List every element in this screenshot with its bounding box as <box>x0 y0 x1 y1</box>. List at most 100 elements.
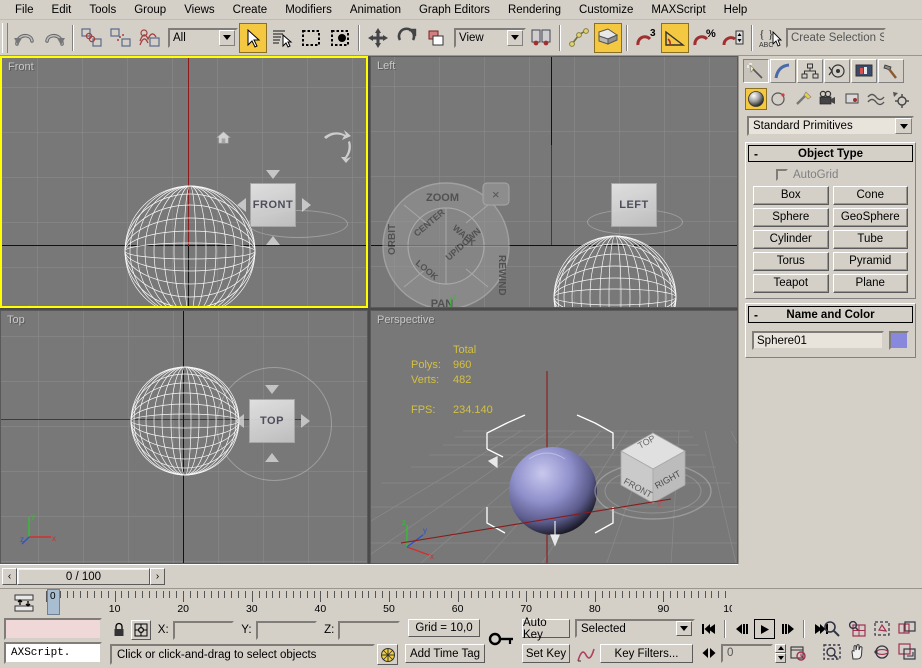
angle-snap-toggle-button[interactable] <box>661 22 689 53</box>
maximize-viewport-button[interactable] <box>895 641 919 663</box>
select-object-button[interactable] <box>239 22 267 53</box>
command-tab-utilities[interactable] <box>878 59 904 83</box>
viewport-left[interactable]: LEFT × ZOOM PAN ORBIT REWIND CENTER WALK… <box>370 56 738 308</box>
name-and-color-header[interactable]: - Name and Color <box>748 306 913 323</box>
time-configuration-button[interactable] <box>788 643 809 663</box>
zoom-extents-all-button[interactable] <box>895 618 919 640</box>
name-color-collapse[interactable]: - <box>754 309 758 321</box>
reference-coordinate-system-dropdown[interactable]: View <box>454 27 526 48</box>
object-button-pyramid[interactable]: Pyramid <box>832 252 908 271</box>
orbit-button[interactable] <box>870 641 894 663</box>
track-bar[interactable]: 10 20 30 40 50 60 70 80 90 100 0 <box>0 588 922 616</box>
object-button-teapot[interactable]: Teapot <box>753 274 829 293</box>
menu-maxscript[interactable]: MAXScript <box>642 2 714 18</box>
z-coord-field[interactable] <box>338 620 400 640</box>
timeline-ruler[interactable]: 10 20 30 40 50 60 70 80 90 100 <box>46 589 732 617</box>
menu-views[interactable]: Views <box>175 2 223 18</box>
viewcube-arrow-down-top[interactable] <box>265 453 279 462</box>
viewcube-face[interactable]: FRONT <box>250 183 296 227</box>
viewcube-arrow-up[interactable] <box>266 170 280 179</box>
viewcube-rotate-arrows-icon[interactable] <box>320 127 354 163</box>
viewport-top[interactable]: TOP y x z Top <box>0 310 368 564</box>
menu-edit[interactable]: Edit <box>43 2 81 18</box>
menu-file[interactable]: File <box>6 2 43 18</box>
create-selection-set-field[interactable]: Create Selection S <box>786 27 886 48</box>
viewcube-arrow-right[interactable] <box>302 198 311 212</box>
menu-animation[interactable]: Animation <box>341 2 410 18</box>
chevron-down-icon-keymode[interactable] <box>676 621 692 636</box>
menu-customize[interactable]: Customize <box>570 2 642 18</box>
object-name-input[interactable]: Sphere01 <box>752 331 884 350</box>
viewcube-arrow-up-top[interactable] <box>265 385 279 394</box>
maxscript-mini-listener-output[interactable] <box>4 618 102 640</box>
menu-graph-editors[interactable]: Graph Editors <box>410 2 499 18</box>
selection-filter-dropdown[interactable]: All <box>168 27 238 48</box>
percent-snap-toggle-button[interactable]: % <box>690 23 718 53</box>
toolbar-grip[interactable] <box>2 22 8 53</box>
object-button-tube[interactable]: Tube <box>832 230 908 249</box>
key-mode-toggle-button[interactable] <box>12 592 36 614</box>
maxscript-mini-listener-input[interactable]: AXScript. <box>4 642 102 664</box>
select-and-manipulate-button[interactable] <box>565 23 593 53</box>
current-frame-spinner[interactable] <box>775 643 786 663</box>
autogrid-row[interactable]: AutoGrid <box>750 167 911 186</box>
object-color-swatch[interactable] <box>889 331 909 350</box>
auto-key-button[interactable]: Auto Key <box>522 617 570 641</box>
window-crossing-button[interactable] <box>326 23 354 53</box>
zoom-region-button[interactable] <box>820 641 844 663</box>
key-mode-toggle-bottom-button[interactable] <box>698 643 719 663</box>
object-button-sphere[interactable]: Sphere <box>753 208 829 227</box>
set-key-button[interactable]: Set Key <box>522 644 570 663</box>
subtab-space-warps[interactable] <box>865 88 887 110</box>
y-coord-field[interactable] <box>255 620 318 640</box>
menu-rendering[interactable]: Rendering <box>499 2 570 18</box>
key-filters-button[interactable]: Key Filters... <box>600 644 693 663</box>
time-prev-frame-button[interactable]: ‹ <box>2 568 17 585</box>
viewcube-arrow-down[interactable] <box>266 236 280 245</box>
pan-button[interactable] <box>845 641 869 663</box>
play-animation-button[interactable] <box>754 619 775 639</box>
select-and-rotate-button[interactable] <box>393 23 421 53</box>
zoom-button[interactable] <box>820 618 844 640</box>
viewcube-arrow-left-top[interactable] <box>235 414 244 428</box>
viewcube-arrow-right-top[interactable] <box>301 414 310 428</box>
viewcube-arrow-left[interactable] <box>237 198 246 212</box>
adaptive-degradation-button[interactable] <box>377 644 398 665</box>
snap-3d-button[interactable]: 3 <box>632 23 660 53</box>
current-frame-field[interactable]: 0 <box>721 643 773 663</box>
menu-tools[interactable]: Tools <box>80 2 125 18</box>
time-slider-handle[interactable]: 0 / 100 <box>17 568 150 585</box>
spinner-snap-toggle-button[interactable] <box>719 23 747 53</box>
command-tab-modify[interactable] <box>770 59 796 83</box>
subtab-cameras[interactable] <box>817 88 839 110</box>
subtab-helpers[interactable] <box>841 88 863 110</box>
object-button-plane[interactable]: Plane <box>832 274 908 293</box>
add-time-tag-button[interactable]: Add Time Tag <box>405 644 485 663</box>
zoom-extents-button[interactable] <box>870 618 894 640</box>
object-type-header[interactable]: - Object Type <box>748 145 913 162</box>
autogrid-checkbox[interactable] <box>776 169 788 181</box>
chevron-down-icon-category[interactable] <box>895 118 912 134</box>
viewcube-face-left[interactable]: LEFT <box>611 183 657 227</box>
spinner-up[interactable] <box>775 643 786 653</box>
zoom-all-button[interactable] <box>845 618 869 640</box>
viewport-front[interactable]: FRONT z Front <box>0 56 368 308</box>
set-key-toggle-button[interactable] <box>487 628 517 650</box>
object-button-cylinder[interactable]: Cylinder <box>753 230 829 249</box>
command-tab-display[interactable] <box>851 59 877 83</box>
command-tab-hierarchy[interactable] <box>797 59 823 83</box>
subtab-shapes[interactable] <box>769 88 791 110</box>
selection-lock-toggle[interactable] <box>110 620 128 640</box>
object-button-geosphere[interactable]: GeoSphere <box>832 208 908 227</box>
object-button-box[interactable]: Box <box>753 186 829 205</box>
select-and-move-button[interactable] <box>364 23 392 53</box>
object-button-torus[interactable]: Torus <box>753 252 829 271</box>
subtab-geometry[interactable] <box>745 88 767 110</box>
key-mode-dropdown[interactable]: Selected <box>575 619 695 638</box>
object-type-collapse[interactable]: - <box>754 148 758 160</box>
select-by-name-button[interactable] <box>268 23 296 53</box>
rectangular-selection-region-button[interactable] <box>297 23 325 53</box>
menu-modifiers[interactable]: Modifiers <box>276 2 341 18</box>
x-coord-field[interactable] <box>172 620 235 640</box>
home-icon[interactable] <box>216 131 231 144</box>
